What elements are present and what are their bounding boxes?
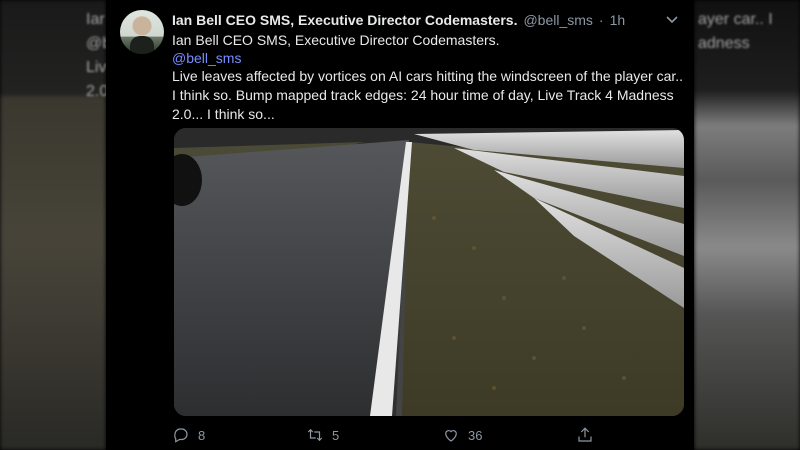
mention-link[interactable]: @bell_sms [172,49,241,67]
like-button[interactable]: 36 [442,424,482,446]
tweet-text: Live leaves affected by vortices on AI c… [172,68,684,122]
tweet-header: Ian Bell CEO SMS, Executive Director Cod… [172,10,682,30]
reply-count: 8 [198,427,206,443]
chevron-down-icon[interactable] [662,10,682,30]
tweet-media-image[interactable] [174,128,684,416]
background-blur-right [694,0,800,450]
share-icon [578,427,592,442]
tweet-timestamp[interactable]: 1h [610,12,626,28]
display-name[interactable]: Ian Bell CEO SMS, Executive Director Cod… [172,12,517,28]
avatar[interactable] [120,10,164,54]
bio-line: Ian Bell CEO SMS, Executive Director Cod… [172,32,500,48]
tweet-actions: 8 5 36 [172,424,642,446]
separator-dot: · [598,12,604,28]
like-count: 36 [468,427,483,443]
race-track-photo [174,128,684,416]
share-button[interactable] [576,424,594,446]
background-text-right: ayer car.. I adness [698,11,773,52]
heart-icon [445,430,457,442]
user-handle[interactable]: @bell_sms [523,12,592,28]
retweet-icon [307,428,323,442]
retweet-count: 5 [332,427,340,443]
tweet-card[interactable]: Ian Bell CEO SMS, Executive Director Cod… [106,0,694,450]
reply-button[interactable]: 8 [172,424,205,446]
retweet-button[interactable]: 5 [306,424,339,446]
reply-icon [174,428,188,443]
